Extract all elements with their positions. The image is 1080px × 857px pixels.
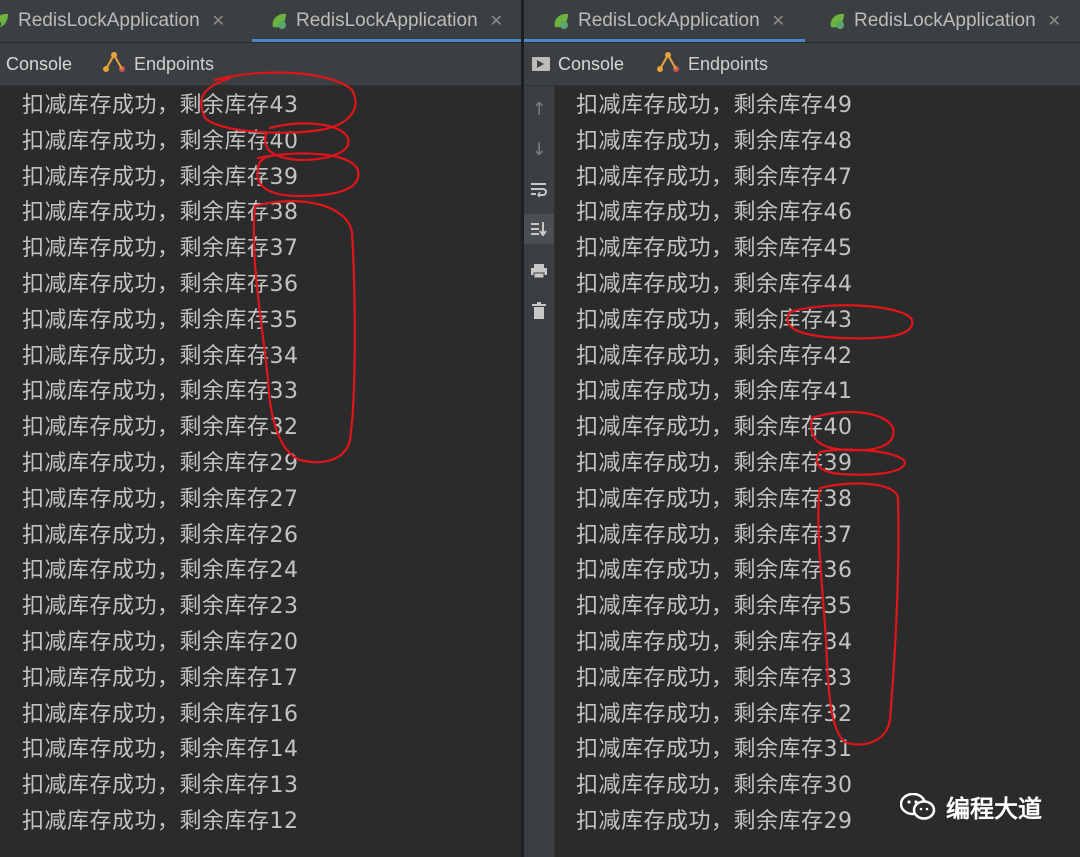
tab-label: RedisLockApplication bbox=[18, 10, 200, 31]
run-tab-redislock-1[interactable]: RedisLockApplication ✕ bbox=[524, 0, 805, 42]
soft-wrap-icon[interactable] bbox=[524, 174, 554, 204]
console-toolbar: ↑ ↓ bbox=[524, 86, 555, 857]
tab-label: RedisLockApplication bbox=[578, 10, 760, 31]
console-line: 扣减库存成功，剩余库存16 bbox=[22, 701, 299, 727]
console-line: 扣减库存成功，剩余库存35 bbox=[22, 307, 299, 333]
spring-boot-run-icon bbox=[270, 12, 288, 30]
trash-icon[interactable] bbox=[524, 296, 554, 326]
tool-window-tabs: Console Endpoints bbox=[0, 43, 521, 86]
console-line: 扣减库存成功，剩余库存39 bbox=[22, 164, 299, 190]
tab-label: RedisLockApplication bbox=[854, 10, 1036, 31]
console-label: Console bbox=[558, 53, 625, 74]
console-line: 扣减库存成功，剩余库存34 bbox=[576, 629, 853, 655]
console-line: 扣减库存成功，剩余库存43 bbox=[22, 93, 299, 118]
console-line: 扣减库存成功，剩余库存34 bbox=[22, 343, 299, 369]
console-line: 扣减库存成功，剩余库存48 bbox=[576, 128, 853, 154]
console-line: 扣减库存成功，剩余库存13 bbox=[22, 773, 299, 799]
console-line: 扣减库存成功，剩余库存38 bbox=[22, 200, 299, 226]
console-line: 扣减库存成功，剩余库存12 bbox=[22, 808, 299, 834]
run-tab-bar: RedisLockApplication ✕ RedisLockApplicat… bbox=[0, 0, 521, 43]
run-tab-redislock-2[interactable]: RedisLockApplication ✕ bbox=[252, 0, 521, 42]
close-icon[interactable]: ✕ bbox=[1048, 11, 1061, 31]
console-line: 扣减库存成功，剩余库存20 bbox=[22, 629, 299, 655]
run-tab-redislock-1[interactable]: RedisLockApplication ✕ bbox=[0, 0, 225, 42]
spring-boot-run-icon bbox=[552, 12, 570, 30]
console-line: 扣减库存成功，剩余库存33 bbox=[22, 379, 299, 405]
tab-console[interactable]: Console bbox=[532, 43, 624, 85]
spring-boot-run-icon bbox=[828, 12, 846, 30]
spring-boot-icon bbox=[0, 12, 10, 30]
right-run-window: RedisLockApplication ✕ RedisLockApplicat… bbox=[524, 0, 1080, 857]
console-line: 扣减库存成功，剩余库存33 bbox=[576, 665, 853, 691]
left-run-window: RedisLockApplication ✕ RedisLockApplicat… bbox=[0, 0, 521, 857]
console-line: 扣减库存成功，剩余库存47 bbox=[576, 164, 853, 190]
console-line: 扣减库存成功，剩余库存36 bbox=[576, 558, 853, 584]
console-line: 扣减库存成功，剩余库存38 bbox=[576, 486, 853, 512]
wechat-icon bbox=[899, 792, 936, 821]
tool-window-tabs: Console Endpoints bbox=[524, 43, 1080, 86]
print-icon[interactable] bbox=[524, 256, 554, 286]
arrow-down-icon[interactable]: ↓ bbox=[524, 134, 554, 164]
console-line: 扣减库存成功，剩余库存24 bbox=[22, 558, 299, 584]
console-line: 扣减库存成功，剩余库存29 bbox=[22, 450, 299, 476]
endpoints-label: Endpoints bbox=[688, 53, 769, 74]
console-line: 扣减库存成功，剩余库存40 bbox=[576, 415, 853, 441]
console-line: 扣减库存成功，剩余库存17 bbox=[22, 665, 299, 691]
console-line: 扣减库存成功，剩余库存44 bbox=[576, 271, 853, 297]
console-output[interactable]: 扣减库存成功，剩余库存43 扣减库存成功，剩余库存40 扣减库存成功，剩余库存39 扣… bbox=[22, 88, 521, 857]
console-line: 扣减库存成功，剩余库存31 bbox=[576, 737, 853, 763]
console-line: 扣减库存成功，剩余库存14 bbox=[22, 737, 299, 763]
console-line: 扣减库存成功，剩余库存27 bbox=[22, 486, 299, 512]
console-line: 扣减库存成功，剩余库存41 bbox=[576, 379, 853, 405]
console-line: 扣减库存成功，剩余库存26 bbox=[22, 522, 299, 548]
console-output[interactable]: 扣减库存成功，剩余库存49 扣减库存成功，剩余库存48 扣减库存成功，剩余库存47 扣… bbox=[576, 88, 1080, 857]
console-line: 扣减库存成功，剩余库存36 bbox=[22, 271, 299, 297]
console-icon bbox=[532, 57, 550, 71]
console-line: 扣减库存成功，剩余库存43 bbox=[576, 307, 853, 333]
run-tab-bar: RedisLockApplication ✕ RedisLockApplicat… bbox=[524, 0, 1080, 43]
endpoints-icon bbox=[656, 51, 680, 78]
console-line: 扣减库存成功，剩余库存45 bbox=[576, 236, 853, 262]
close-icon[interactable]: ✕ bbox=[212, 11, 225, 31]
run-tab-redislock-2[interactable]: RedisLockApplication ✕ bbox=[828, 0, 1061, 42]
endpoints-label: Endpoints bbox=[134, 53, 215, 74]
endpoints-icon bbox=[102, 51, 126, 78]
console-line: 扣减库存成功，剩余库存23 bbox=[22, 594, 299, 620]
console-line: 扣减库存成功，剩余库存49 bbox=[576, 93, 853, 118]
console-line: 扣减库存成功，剩余库存39 bbox=[576, 450, 853, 476]
tab-endpoints[interactable]: Endpoints bbox=[656, 43, 768, 85]
wechat-watermark: 编程大道 bbox=[899, 789, 1042, 824]
scroll-to-end-icon[interactable] bbox=[524, 214, 554, 244]
close-icon[interactable]: ✕ bbox=[490, 11, 503, 31]
watermark-text: 编程大道 bbox=[946, 795, 1042, 823]
console-line: 扣减库存成功，剩余库存42 bbox=[576, 343, 853, 369]
console-line: 扣减库存成功，剩余库存35 bbox=[576, 594, 853, 620]
console-label: Console bbox=[6, 53, 73, 74]
console-line: 扣减库存成功，剩余库存46 bbox=[576, 200, 853, 226]
close-icon[interactable]: ✕ bbox=[772, 11, 785, 31]
console-line: 扣减库存成功，剩余库存32 bbox=[576, 701, 853, 727]
tab-endpoints[interactable]: Endpoints bbox=[102, 43, 214, 85]
arrow-up-icon[interactable]: ↑ bbox=[524, 94, 554, 124]
console-line: 扣减库存成功，剩余库存32 bbox=[22, 415, 299, 441]
console-line: 扣减库存成功，剩余库存37 bbox=[22, 236, 299, 262]
console-line: 扣减库存成功，剩余库存37 bbox=[576, 522, 853, 548]
tab-label: RedisLockApplication bbox=[296, 10, 478, 31]
console-line: 扣减库存成功，剩余库存40 bbox=[22, 128, 299, 154]
tab-console[interactable]: Console bbox=[6, 43, 72, 85]
